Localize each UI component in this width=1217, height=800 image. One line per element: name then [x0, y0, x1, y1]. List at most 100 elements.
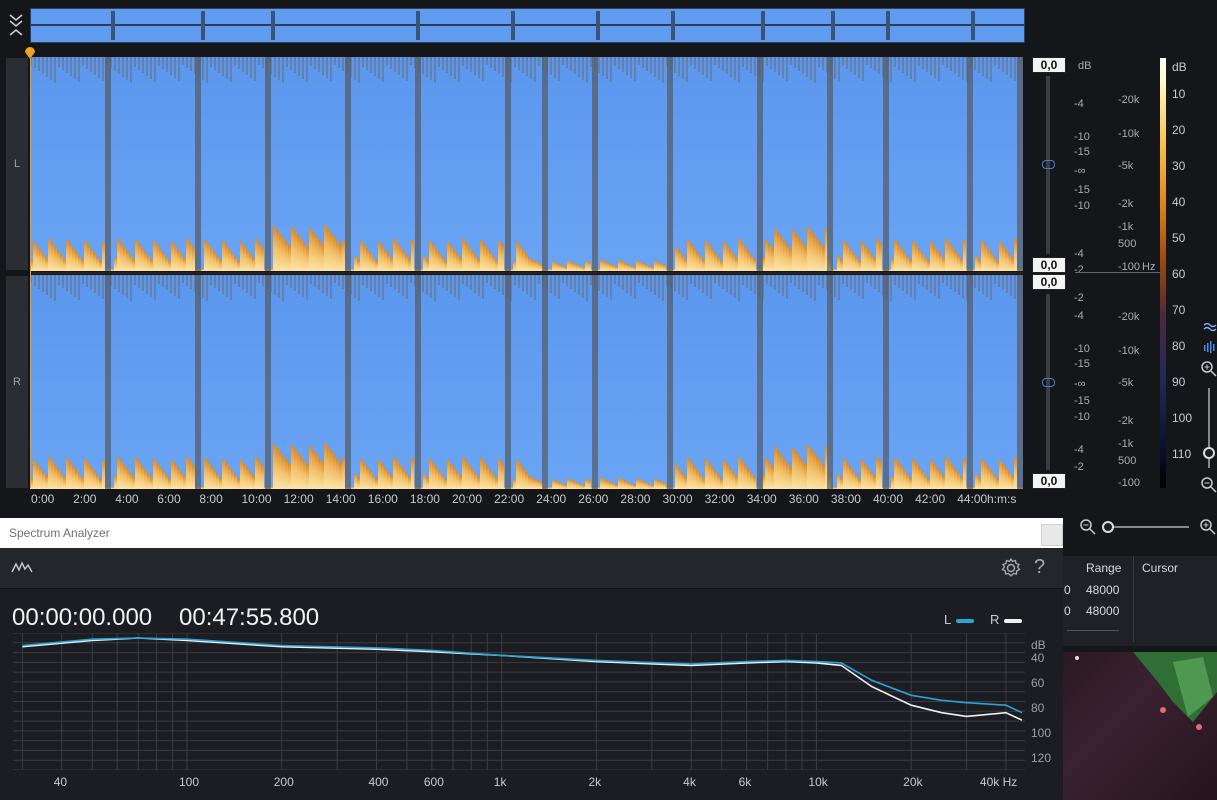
timeline-tick: 30:00 [662, 492, 693, 506]
db-tick: -4 [1074, 248, 1084, 260]
horizontal-zoom-slider[interactable] [1103, 526, 1189, 528]
hz-tick: -100 [1118, 477, 1141, 489]
close-button[interactable] [1041, 524, 1063, 546]
right-gain-top[interactable]: 0,0 [1032, 274, 1066, 290]
panel-underline [1067, 630, 1119, 631]
colorbar-tick: 100 [1172, 411, 1193, 425]
x-tick-label: 200 [273, 775, 294, 789]
x-tick-label: 10k [808, 775, 828, 789]
selection-info-panel: Range Cursor 0 48000 0 48000 [1063, 556, 1217, 646]
hz-tick: -20k [1118, 311, 1140, 323]
timeline-tick: 36:00 [788, 492, 819, 506]
x-tick-label: 600 [423, 775, 444, 789]
colorbar-tick: 30 [1172, 159, 1186, 173]
legend-left-swatch [956, 618, 975, 623]
hz-tick: -2k [1118, 415, 1134, 427]
timeline-tick: 0:00 [31, 492, 55, 506]
db-tick: -4 [1074, 310, 1084, 322]
db-tick: -15 [1074, 184, 1090, 196]
hz-tick: -10k [1118, 128, 1140, 140]
range-header: Range [1086, 561, 1122, 575]
y-tick-label: 60 [1031, 675, 1045, 690]
vertical-zoom-handle[interactable] [1203, 447, 1215, 459]
right-gain-bottom[interactable]: 0,0 [1032, 473, 1066, 489]
db-scale-header: dB [1078, 60, 1092, 72]
right-channel-label: R [13, 376, 21, 388]
panel-divider [1133, 556, 1134, 642]
right-channel-header[interactable]: R [6, 276, 28, 488]
y-tick-label: 80 [1031, 700, 1045, 715]
left-gain-handle[interactable] [1042, 160, 1055, 169]
hz-tick: -5k [1118, 377, 1134, 389]
left-gain-top[interactable]: 0,0 [1032, 57, 1066, 73]
timeline-tick: 40:00 [873, 492, 904, 506]
right-gain-handle[interactable] [1042, 378, 1055, 387]
zoom-out-horizontal-icon[interactable] [1079, 518, 1096, 540]
horizontal-zoom-handle[interactable] [1102, 521, 1114, 533]
timeline-ruler[interactable]: 0:00 2:00 4:00 6:00 8:00 10:00 12:00 14:00 16:00… [30, 490, 1023, 508]
x-tick-label: 1k [493, 775, 507, 789]
db-tick: -∞ [1074, 165, 1086, 177]
x-tick-label: 2k [588, 775, 602, 789]
row1-range: 48000 [1086, 583, 1120, 597]
timeline-tick: 10:00 [241, 492, 272, 506]
help-icon[interactable]: ? [1034, 556, 1045, 579]
x-tick-label: 4k [683, 775, 696, 789]
db-tick: -15 [1074, 358, 1090, 370]
db-tick: -10 [1074, 131, 1090, 143]
hz-tick: -20k [1118, 94, 1140, 106]
spectrum-mode-icon[interactable] [11, 560, 33, 579]
timeline-tick: 26:00 [578, 492, 609, 506]
zoom-in-horizontal-icon[interactable] [1199, 518, 1216, 540]
legend-left[interactable]: L [944, 612, 975, 627]
x-tick-label: 100 [178, 775, 200, 789]
hz-tick: -100 [1118, 261, 1141, 273]
hz-tick: 500 [1118, 455, 1137, 467]
x-tick-label: 40 [53, 775, 68, 789]
timeline-tick: 22:00 [494, 492, 525, 506]
spectrogram-view[interactable] [30, 57, 1024, 489]
timeline-tick: 34:00 [746, 492, 777, 506]
timeline-tick: 42:00 [915, 492, 946, 506]
colorbar-tick: 20 [1172, 123, 1186, 137]
spectrum-plot[interactable] [13, 632, 1025, 771]
spectrum-titlebar[interactable]: Spectrum Analyzer [0, 518, 1063, 548]
zoom-in-vertical-icon[interactable] [1200, 360, 1217, 377]
hz-unit: Hz [1142, 261, 1156, 273]
x-tick-label: 40k Hz [979, 775, 1018, 789]
db-tick: -15 [1074, 146, 1090, 158]
legend-left-label: L [944, 612, 952, 627]
row2-start: 0 [1064, 604, 1071, 618]
spectrum-title: Spectrum Analyzer [9, 526, 110, 540]
spectrogram-view-icon[interactable] [1203, 340, 1217, 354]
colorbar-tick: 70 [1172, 303, 1186, 317]
colorbar-tick: 90 [1172, 375, 1186, 389]
legend-right[interactable]: R [990, 612, 1023, 627]
db-tick: -4 [1074, 444, 1084, 456]
zoom-out-vertical-icon[interactable] [1200, 476, 1217, 493]
hz-scale: -20k -10k -5k -2k -1k 500 -100 -20k -10k -5k -2k -… [1114, 58, 1160, 489]
legend-right-label: R [990, 612, 1000, 627]
timeline-tick: 14:00 [325, 492, 356, 506]
db-tick: -4 [1074, 98, 1084, 110]
colorbar-tick: 50 [1172, 231, 1186, 245]
timeline-tick: 12:00 [283, 492, 314, 506]
waveform-view-icon[interactable] [1203, 320, 1217, 334]
left-channel-header[interactable]: L [6, 58, 28, 270]
left-gain-bottom[interactable]: 0,0 [1032, 257, 1066, 273]
colorbar-tick: 60 [1172, 267, 1186, 281]
db-tick: -10 [1074, 411, 1090, 423]
collapse-icon[interactable] [6, 12, 26, 38]
y-tick-label: 40 [1031, 650, 1045, 665]
timeline-tick: 18:00 [409, 492, 440, 506]
row2-range: 48000 [1086, 604, 1120, 618]
timeline-tick: 32:00 [704, 492, 735, 506]
colorbar-tick: 40 [1172, 195, 1186, 209]
settings-gear-icon[interactable] [1000, 557, 1022, 584]
timeline-tick: 24:00 [536, 492, 567, 506]
hz-tick: -10k [1118, 345, 1140, 357]
waveform-overview[interactable] [30, 8, 1025, 43]
db-tick: -2 [1074, 461, 1084, 473]
colorbar-header: dB [1172, 60, 1187, 74]
horizontal-zoom [1073, 512, 1217, 542]
